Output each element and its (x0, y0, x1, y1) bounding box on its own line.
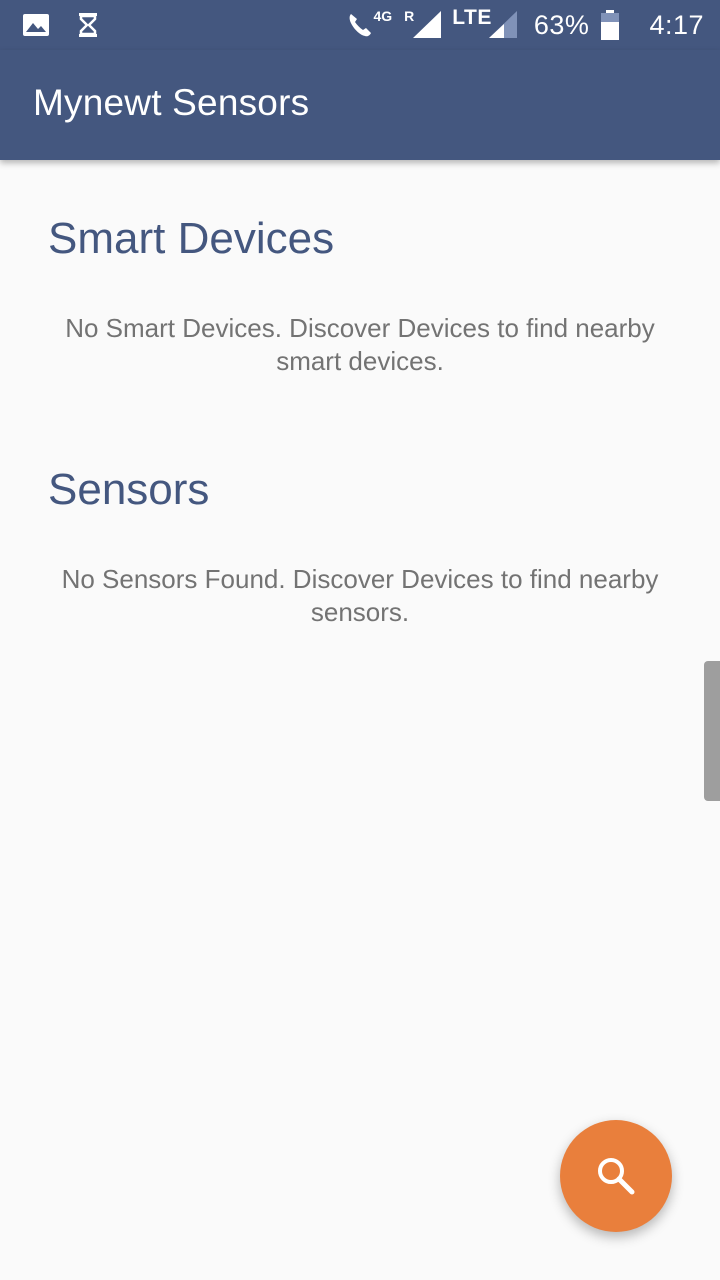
discover-devices-fab[interactable] (560, 1120, 672, 1232)
network-4g-label: 4G (373, 8, 393, 24)
image-icon (23, 14, 49, 36)
status-bar-system: 4G R LTE 63% 4:17 (345, 0, 704, 50)
wifi-call-icon (350, 14, 372, 37)
signal-icon (488, 11, 517, 38)
status-bar: 4G R LTE 63% 4:17 (0, 0, 720, 50)
smart-devices-empty-message: No Smart Devices. Discover Devices to fi… (65, 313, 655, 376)
battery-percent: 63% (533, 9, 590, 40)
clock: 4:17 (649, 9, 704, 40)
app-bar: Mynewt Sensors (0, 50, 720, 160)
signal-icon (413, 11, 442, 38)
screen: 4G R LTE 63% 4:17 Mynewt Sensors Smart D… (0, 0, 720, 1280)
smart-devices-heading: Smart Devices (48, 214, 335, 263)
sensors-heading: Sensors (48, 465, 210, 514)
search-icon (598, 1158, 635, 1195)
scrollbar-thumb[interactable] (704, 661, 720, 801)
network-lte-label: LTE (452, 6, 492, 29)
battery-icon (601, 10, 620, 40)
app-title: Mynewt Sensors (33, 82, 310, 123)
sensors-empty-message: No Sensors Found. Discover Devices to fi… (61, 564, 659, 627)
status-bar-notifications (22, 11, 126, 39)
hourglass-icon (79, 13, 97, 37)
